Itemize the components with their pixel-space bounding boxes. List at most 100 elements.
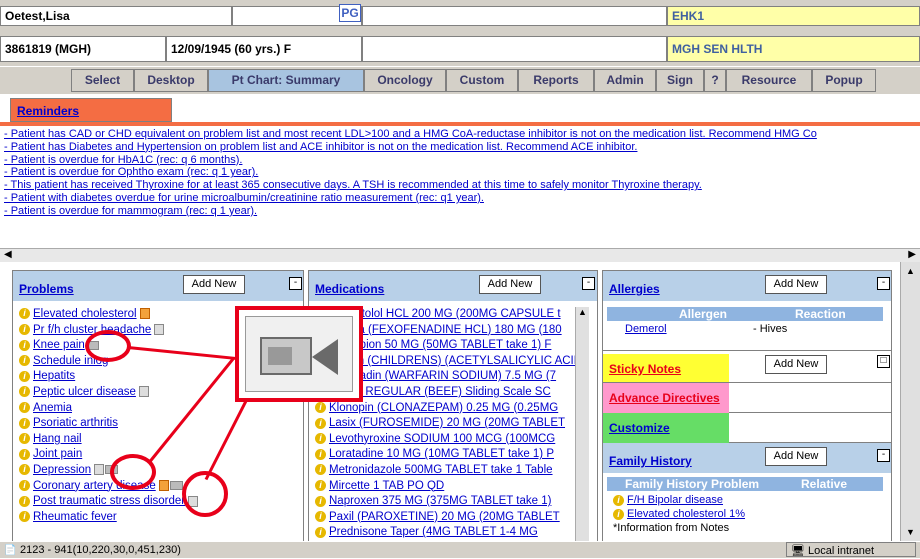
- medication-link[interactable]: Lasix (FUROSEMIDE) 20 MG (20MG TABLET: [329, 417, 565, 429]
- info-icon[interactable]: i: [19, 324, 30, 336]
- medication-link[interactable]: Coumadin (WARFARIN SODIUM) 7.5 MG (7: [329, 370, 556, 382]
- sticky-maximize-icon[interactable]: □: [877, 355, 890, 368]
- pg-button[interactable]: PG: [339, 4, 361, 22]
- medication-link[interactable]: Aspirin (CHILDRENS) (ACETYLSALICYLIC ACI…: [329, 355, 575, 367]
- info-icon[interactable]: i: [315, 433, 326, 445]
- scroll-up-icon[interactable]: ▲: [578, 307, 587, 317]
- medication-link[interactable]: Acebutolol HCL 200 MG (200MG CAPSULE t: [329, 308, 561, 320]
- info-icon[interactable]: i: [315, 417, 326, 429]
- allergies-minimize-button[interactable]: -: [877, 277, 890, 290]
- problem-link[interactable]: Peptic ulcer disease: [33, 386, 136, 398]
- reminder-item[interactable]: - Patient is overdue for Ophtho exam (re…: [0, 166, 920, 179]
- medication-link[interactable]: Mircette 1 TAB PO QD: [329, 480, 444, 492]
- info-icon[interactable]: i: [19, 355, 30, 367]
- problem-link[interactable]: Rheumatic fever: [33, 511, 117, 523]
- nav-desktop[interactable]: Desktop: [134, 69, 208, 92]
- nav-sign[interactable]: Sign: [656, 69, 704, 92]
- medication-link[interactable]: Klonopin (CLONAZEPAM) 0.25 MG (0.25MG: [329, 402, 558, 414]
- info-icon[interactable]: i: [315, 448, 326, 460]
- sticky-notes-tab[interactable]: Sticky Notes: [603, 354, 729, 382]
- reminder-item[interactable]: - Patient has Diabetes and Hypertension …: [0, 141, 920, 154]
- problem-link[interactable]: Elevated cholesterol: [33, 308, 137, 320]
- info-icon[interactable]: i: [315, 511, 326, 523]
- nav-popup[interactable]: Popup: [812, 69, 876, 92]
- allergies-title[interactable]: Allergies: [609, 282, 660, 296]
- family-add-new-button[interactable]: Add New: [765, 447, 827, 466]
- problem-link[interactable]: Post traumatic stress disorder: [33, 495, 185, 507]
- note-icon[interactable]: [139, 308, 150, 320]
- problem-link[interactable]: Depression: [33, 464, 91, 476]
- info-icon[interactable]: i: [19, 511, 30, 523]
- nav-select[interactable]: Select: [71, 69, 134, 92]
- family-history-title[interactable]: Family History: [609, 454, 692, 468]
- info-icon[interactable]: i: [19, 308, 30, 320]
- info-icon[interactable]: i: [613, 508, 624, 520]
- problem-link[interactable]: Knee pain: [33, 339, 85, 351]
- scroll-up-icon[interactable]: ▲: [906, 266, 915, 276]
- allergies-add-new-button[interactable]: Add New: [765, 275, 827, 294]
- medications-scrollbar[interactable]: ▲: [575, 307, 589, 547]
- problem-link[interactable]: Joint pain: [33, 448, 82, 460]
- info-icon[interactable]: i: [19, 464, 30, 476]
- reminder-item[interactable]: - Patient is overdue for HbA1C (rec: q 6…: [0, 154, 920, 167]
- info-icon[interactable]: i: [19, 495, 30, 507]
- nav-oncology[interactable]: Oncology: [364, 69, 446, 92]
- problem-link[interactable]: Hang nail: [33, 433, 82, 445]
- family-problem-link[interactable]: Elevated cholesterol 1%: [627, 508, 745, 520]
- scroll-down-icon[interactable]: ▼: [906, 527, 915, 537]
- info-icon[interactable]: i: [315, 480, 326, 491]
- advance-directives-title[interactable]: Advance Directives: [609, 391, 720, 405]
- problems-title[interactable]: Problems: [19, 282, 74, 296]
- problem-link[interactable]: Hepatits: [33, 370, 75, 382]
- reminder-item[interactable]: - Patient is overdue for mammogram (rec:…: [0, 205, 920, 218]
- nav-admin[interactable]: Admin: [594, 69, 656, 92]
- medication-link[interactable]: Prednisone Taper (4MG TABLET 1-4 MG: [329, 526, 538, 538]
- problems-minimize-button[interactable]: -: [289, 277, 302, 290]
- reminder-item[interactable]: - This patient has received Thyroxine fo…: [0, 179, 920, 192]
- scroll-left-icon[interactable]: ◀: [4, 249, 12, 260]
- info-icon[interactable]: i: [315, 526, 326, 538]
- medications-add-new-button[interactable]: Add New: [479, 275, 541, 294]
- customize-title[interactable]: Customize: [609, 421, 670, 435]
- info-icon[interactable]: i: [613, 494, 624, 506]
- nav-pt-chart-summary[interactable]: Pt Chart: Summary: [208, 69, 364, 92]
- note-icon[interactable]: [138, 386, 149, 398]
- reminders-title[interactable]: Reminders: [17, 104, 79, 118]
- problem-link[interactable]: Anemia: [33, 402, 72, 414]
- info-icon[interactable]: i: [19, 386, 30, 398]
- info-icon[interactable]: i: [19, 480, 30, 491]
- problems-add-new-button[interactable]: Add New: [183, 275, 245, 294]
- medications-title[interactable]: Medications: [315, 282, 384, 296]
- medication-link[interactable]: Allegra (FEXOFENADINE HCL) 180 MG (180: [329, 324, 562, 336]
- medication-link[interactable]: Paxil (PAROXETINE) 20 MG (20MG TABLET: [329, 511, 560, 523]
- info-icon[interactable]: i: [19, 417, 30, 429]
- family-problem-link[interactable]: F/H Bipolar disease: [627, 494, 723, 506]
- medications-minimize-button[interactable]: -: [582, 277, 595, 290]
- family-minimize-button[interactable]: -: [877, 449, 890, 462]
- sticky-add-new-button[interactable]: Add New: [765, 355, 827, 374]
- reminders-hscrollbar[interactable]: ◀ ▶: [0, 248, 920, 262]
- nav-resource[interactable]: Resource: [726, 69, 812, 92]
- medication-link[interactable]: Loratadine 10 MG (10MG TABLET take 1) P: [329, 448, 554, 460]
- info-icon[interactable]: i: [315, 402, 326, 414]
- allergen-link[interactable]: Demerol: [625, 323, 667, 335]
- reminder-item[interactable]: - Patient has CAD or CHD equivalent on p…: [0, 128, 920, 141]
- note-icon[interactable]: [94, 464, 105, 476]
- info-icon[interactable]: i: [19, 370, 30, 382]
- medication-link[interactable]: Naproxen 375 MG (375MG TABLET take 1): [329, 495, 551, 507]
- problem-link[interactable]: Psoriatic arthritis: [33, 417, 118, 429]
- nav-help[interactable]: ?: [704, 69, 726, 92]
- scroll-right-icon[interactable]: ▶: [908, 249, 916, 260]
- note-icon[interactable]: [158, 480, 169, 491]
- info-icon[interactable]: i: [19, 448, 30, 460]
- nav-custom[interactable]: Custom: [446, 69, 518, 92]
- info-icon[interactable]: i: [315, 495, 326, 507]
- nav-reports[interactable]: Reports: [518, 69, 594, 92]
- sticky-notes-title[interactable]: Sticky Notes: [609, 362, 681, 376]
- info-icon[interactable]: i: [315, 464, 326, 476]
- page-scrollbar[interactable]: ▲ ▼: [900, 262, 920, 541]
- advance-directives-tab[interactable]: Advance Directives: [603, 383, 729, 413]
- reminder-item[interactable]: - Patient with diabetes overdue for urin…: [0, 192, 920, 205]
- customize-tab[interactable]: Customize: [603, 413, 729, 443]
- medication-link[interactable]: Metronidazole 500MG TABLET take 1 Table: [329, 464, 553, 476]
